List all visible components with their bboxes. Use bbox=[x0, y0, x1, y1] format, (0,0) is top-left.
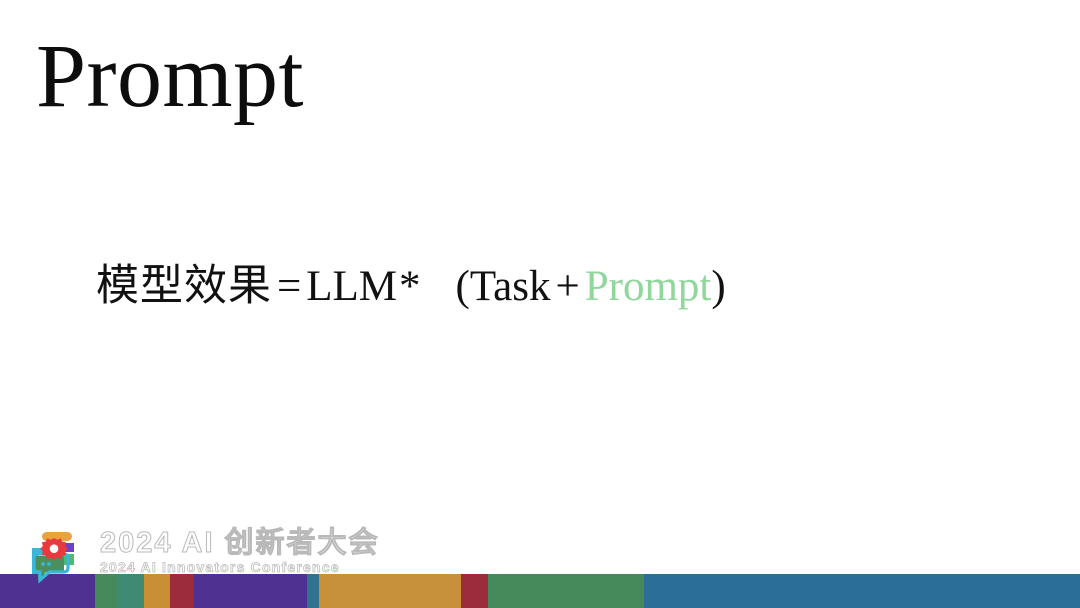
slide-footer: 2024 AI 创新者大会 2024 AI Innovators Confere… bbox=[0, 518, 1080, 608]
slide-canvas: Prompt 模型效果 = LLM* (Task + Prompt) 2024 … bbox=[0, 0, 1080, 608]
page-title: Prompt bbox=[36, 27, 305, 126]
conference-logo bbox=[24, 528, 86, 586]
formula-model: LLM bbox=[306, 263, 398, 310]
gear-chat-icon bbox=[32, 532, 74, 584]
formula-expression: 模型效果 = LLM* (Task + Prompt) bbox=[96, 262, 726, 311]
color-band-segment-maroon bbox=[461, 574, 488, 608]
formula-multiply: * bbox=[399, 263, 421, 310]
conference-title-en: 2024 AI Innovators Conference bbox=[100, 559, 340, 576]
formula-equals: = bbox=[277, 263, 302, 310]
color-band-segment-blue bbox=[644, 574, 1080, 608]
formula-task: Task bbox=[469, 263, 551, 310]
formula-open-paren: ( bbox=[455, 263, 470, 310]
formula-prompt: Prompt bbox=[584, 263, 712, 310]
formula-subject: 模型效果 bbox=[96, 263, 272, 310]
conference-title-cn: 2024 AI 创新者大会 bbox=[100, 527, 380, 559]
color-band-segment-forest bbox=[488, 574, 644, 608]
formula-close-paren: ) bbox=[711, 263, 726, 310]
formula-plus: + bbox=[555, 263, 580, 310]
conference-wordmark: 2024 AI 创新者大会 2024 AI Innovators Confere… bbox=[100, 527, 380, 591]
